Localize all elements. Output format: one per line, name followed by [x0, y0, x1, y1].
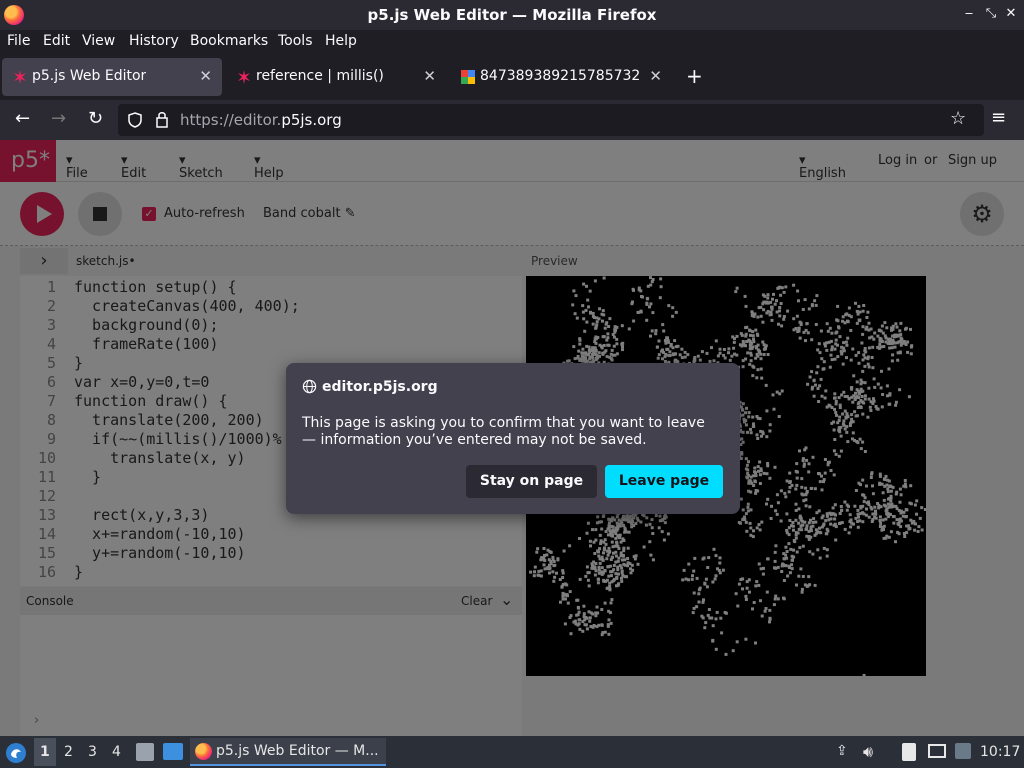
shield-icon[interactable]: [128, 112, 142, 128]
volume-icon[interactable]: 🔊︎: [863, 742, 873, 762]
url-text[interactable]: https://editor.p5js.org: [180, 111, 342, 129]
file-manager-icon[interactable]: [136, 743, 154, 761]
new-tab-icon[interactable]: +: [686, 64, 703, 88]
clipboard-icon[interactable]: [902, 743, 916, 761]
restore-icon[interactable]: ⤡: [984, 6, 998, 21]
url-bar[interactable]: https://editor.p5js.org ☆: [118, 104, 984, 136]
tab-p5-editor[interactable]: p5.js Web Editor ✕: [2, 58, 222, 96]
menu-help[interactable]: Help: [325, 33, 357, 49]
notification-icon[interactable]: [955, 743, 971, 759]
navigation-toolbar: ← → ↻ https://editor.p5js.org ☆ ≡: [0, 100, 1024, 140]
menu-edit[interactable]: Edit: [43, 33, 70, 49]
tab-close-icon[interactable]: ✕: [423, 67, 436, 85]
tab-label: 847389389215785732939: [480, 68, 640, 84]
hamburger-menu-icon[interactable]: ≡: [991, 107, 1006, 128]
reload-icon[interactable]: ↻: [88, 108, 103, 129]
menu-tools[interactable]: Tools: [278, 33, 313, 49]
stay-on-page-button[interactable]: Stay on page: [466, 465, 597, 498]
menu-view[interactable]: View: [82, 33, 115, 49]
menu-bar: File Edit View History Bookmarks Tools H…: [0, 30, 1024, 54]
menu-file[interactable]: File: [7, 33, 30, 49]
workspace-4[interactable]: 4: [112, 744, 121, 760]
p5-asterisk-icon: [14, 70, 26, 84]
taskbar-firefox-item[interactable]: p5.js Web Editor — M...: [190, 738, 386, 766]
system-taskbar: 1 2 3 4 p5.js Web Editor — M... ⇪ 🔊︎ 10:…: [0, 736, 1024, 768]
p5-asterisk-icon: [238, 70, 250, 84]
firefox-icon: [195, 743, 212, 760]
window-title: p5.js Web Editor — Mozilla Firefox: [367, 6, 657, 24]
leave-page-dialog: editor.p5js.org This page is asking you …: [286, 363, 740, 514]
leave-page-button[interactable]: Leave page: [605, 465, 723, 498]
tab-close-icon[interactable]: ✕: [199, 67, 212, 85]
network-icon[interactable]: [928, 744, 946, 758]
back-icon[interactable]: ←: [15, 108, 30, 129]
dialog-host: editor.p5js.org: [322, 379, 438, 395]
workspace-2[interactable]: 2: [64, 744, 73, 760]
forward-icon[interactable]: →: [51, 108, 66, 129]
dialog-message: This page is asking you to confirm that …: [302, 415, 705, 448]
workspace-3[interactable]: 3: [88, 744, 97, 760]
tab-strip: p5.js Web Editor ✕ reference | millis() …: [0, 54, 1024, 100]
tab-label: reference | millis(): [256, 68, 384, 84]
tab-close-icon[interactable]: ✕: [649, 67, 662, 85]
tab-image[interactable]: 847389389215785732939 ✕: [450, 58, 672, 96]
bookmark-star-icon[interactable]: ☆: [950, 108, 966, 129]
close-window-icon[interactable]: ✕: [1004, 6, 1018, 21]
image-favicon-icon: [461, 70, 475, 84]
menu-bookmarks[interactable]: Bookmarks: [190, 33, 268, 49]
taskbar-item-label: p5.js Web Editor — M...: [216, 743, 379, 759]
window-titlebar: p5.js Web Editor — Mozilla Firefox ‒ ⤡ ✕: [0, 0, 1024, 30]
tab-reference-millis[interactable]: reference | millis() ✕: [226, 58, 446, 96]
start-menu-icon[interactable]: [5, 742, 27, 764]
desktop-icon[interactable]: [163, 743, 183, 760]
menu-history[interactable]: History: [129, 33, 179, 49]
workspace-1[interactable]: 1: [40, 744, 50, 760]
lock-icon[interactable]: [155, 111, 169, 128]
minimize-icon[interactable]: ‒: [962, 6, 976, 21]
globe-icon: [302, 379, 317, 394]
upload-tray-icon[interactable]: ⇪: [836, 743, 848, 759]
clock: 10:17: [980, 744, 1021, 760]
tab-label: p5.js Web Editor: [32, 68, 147, 84]
